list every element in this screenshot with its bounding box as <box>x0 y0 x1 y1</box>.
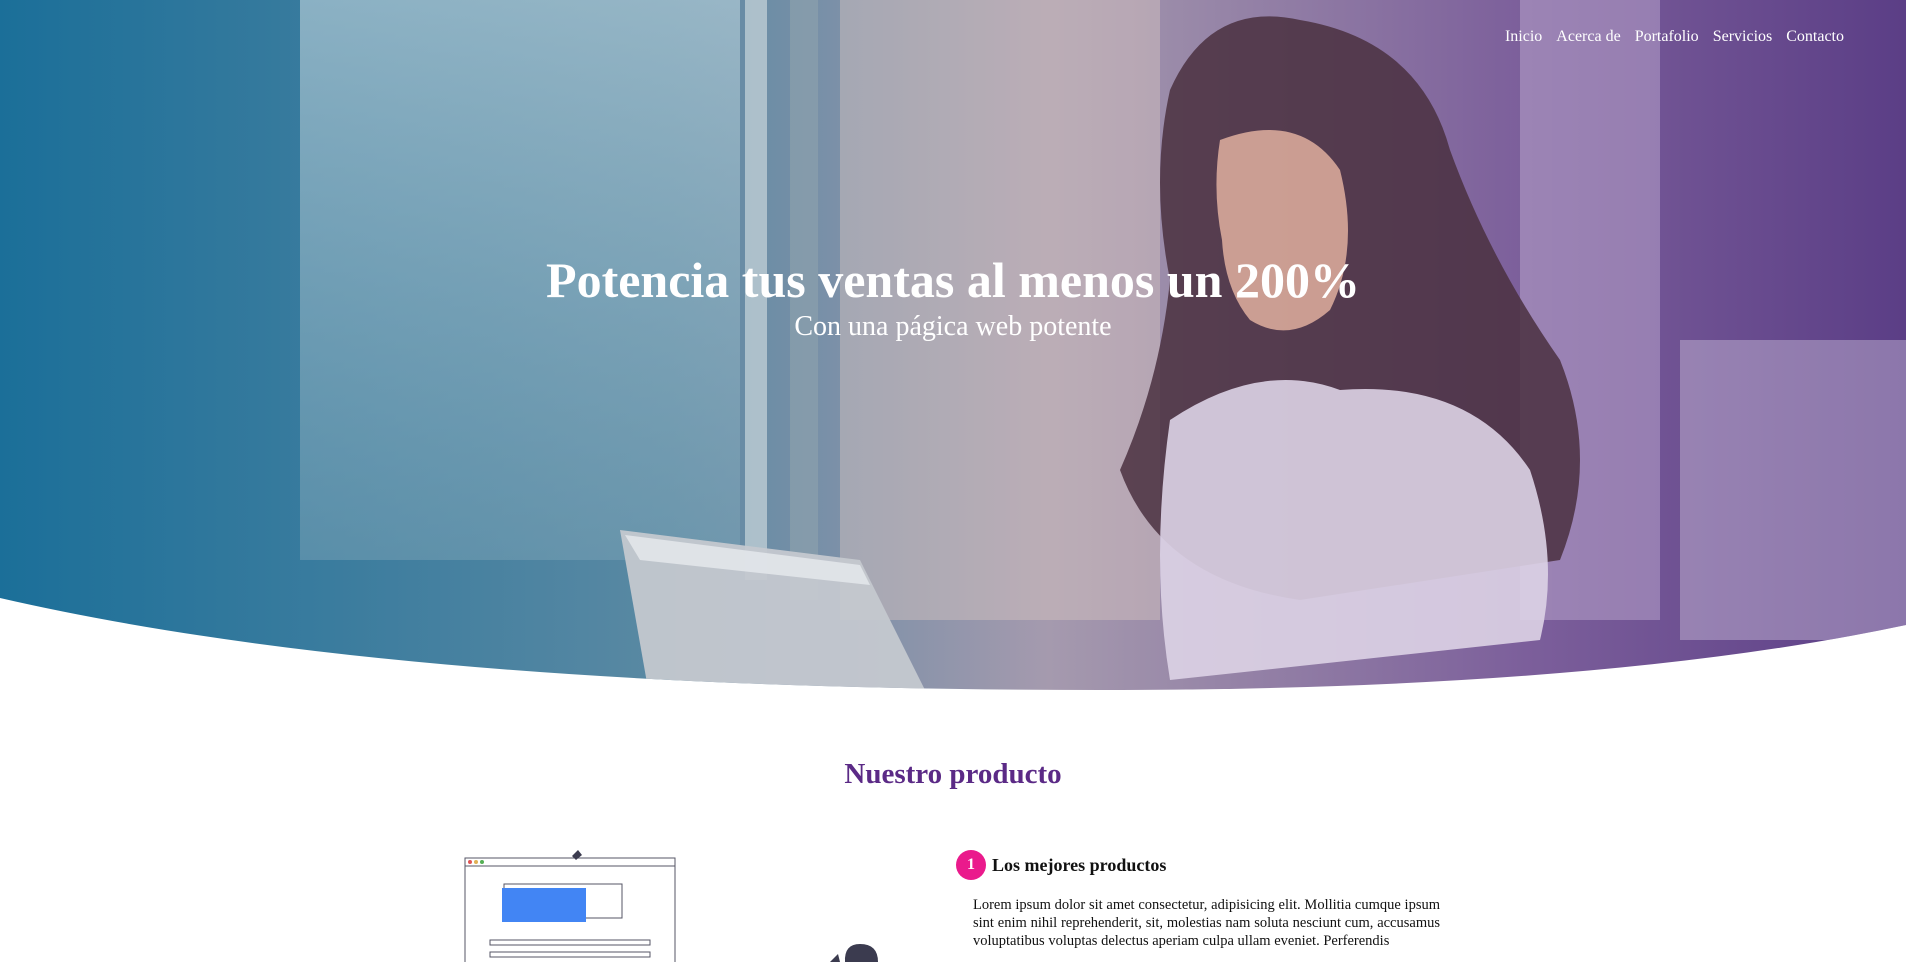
hero-title: Potencia tus ventas al menos un 200% <box>546 252 1360 308</box>
nav-item-acerca-de[interactable]: Acerca de <box>1556 28 1620 46</box>
feature-description: Lorem ipsum dolor sit amet consectetur, … <box>973 897 1440 949</box>
feature-title: Los mejores productos <box>992 854 1167 875</box>
section-title: Nuestro producto <box>844 758 1062 790</box>
nav-item-inicio[interactable]: Inicio <box>1505 28 1542 46</box>
top-nav: Inicio Acerca de Portafolio Servicios Co… <box>1505 28 1844 46</box>
feature-number-badge: 1 <box>956 850 986 880</box>
nav-item-contacto[interactable]: Contacto <box>1786 28 1844 46</box>
hero-section: Inicio Acerca de Portafolio Servicios Co… <box>0 0 1906 700</box>
nav-item-portafolio[interactable]: Portafolio <box>1635 28 1699 46</box>
nav-item-servicios[interactable]: Servicios <box>1713 28 1773 46</box>
hero-text-block: Potencia tus ventas al menos un 200% Con… <box>0 248 1906 342</box>
hero-background-image <box>0 0 1906 690</box>
hero-subtitle: Con una págica web potente <box>794 311 1112 342</box>
feature-item: 1 Los mejores productos Lorem ipsum dolo… <box>956 850 1440 950</box>
feature-header: 1 Los mejores productos <box>956 850 1440 880</box>
product-illustration <box>464 850 878 962</box>
